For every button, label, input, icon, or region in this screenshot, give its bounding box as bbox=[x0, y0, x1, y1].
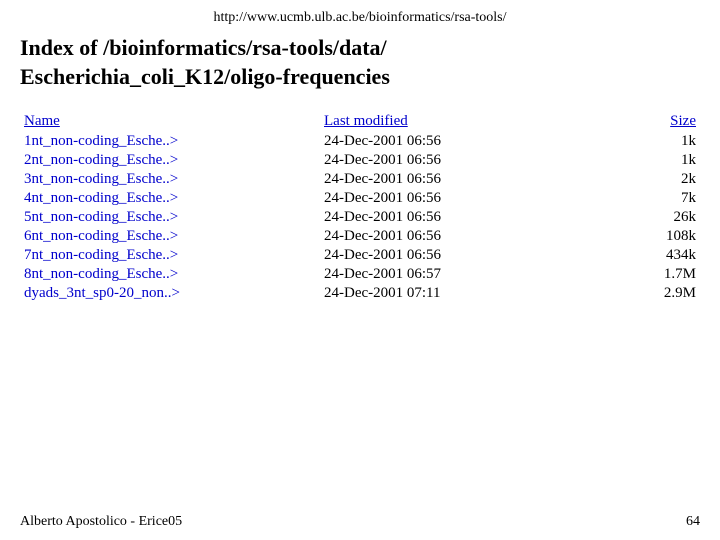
file-modified-cell: 24-Dec-2001 06:56 bbox=[320, 132, 500, 151]
col-header-modified[interactable]: Last modified bbox=[320, 111, 500, 132]
table-header-row: Name Last modified Size bbox=[20, 111, 700, 132]
table-row: 4nt_non-coding_Esche..> 24-Dec-2001 06:56… bbox=[20, 189, 700, 208]
footer-credit: Alberto Apostolico - Erice05 bbox=[20, 514, 182, 530]
file-link[interactable]: dyads_3nt_sp0-20_non..> bbox=[24, 285, 180, 301]
table-row: 8nt_non-coding_Esche..> 24-Dec-2001 06:57… bbox=[20, 265, 700, 284]
file-size-cell: 1k bbox=[500, 151, 700, 170]
page-title-line2: Escherichia_coli_K12/oligo-frequencies bbox=[20, 64, 390, 89]
file-modified-cell: 24-Dec-2001 07:11 bbox=[320, 284, 500, 303]
table-row: 6nt_non-coding_Esche..> 24-Dec-2001 06:56… bbox=[20, 227, 700, 246]
file-link[interactable]: 5nt_non-coding_Esche..> bbox=[24, 209, 178, 225]
file-link[interactable]: 1nt_non-coding_Esche..> bbox=[24, 133, 178, 149]
page-title: Index of /bioinformatics/rsa-tools/data/… bbox=[20, 34, 700, 91]
table-row: 3nt_non-coding_Esche..> 24-Dec-2001 06:56… bbox=[20, 170, 700, 189]
file-modified-cell: 24-Dec-2001 06:56 bbox=[320, 170, 500, 189]
table-row: 5nt_non-coding_Esche..> 24-Dec-2001 06:56… bbox=[20, 208, 700, 227]
file-name-cell: 4nt_non-coding_Esche..> bbox=[20, 189, 320, 208]
file-name-cell: 2nt_non-coding_Esche..> bbox=[20, 151, 320, 170]
file-link[interactable]: 7nt_non-coding_Esche..> bbox=[24, 247, 178, 263]
file-link[interactable]: 6nt_non-coding_Esche..> bbox=[24, 228, 178, 244]
table-row: 7nt_non-coding_Esche..> 24-Dec-2001 06:56… bbox=[20, 246, 700, 265]
file-name-cell: 3nt_non-coding_Esche..> bbox=[20, 170, 320, 189]
table-row: dyads_3nt_sp0-20_non..> 24-Dec-2001 07:11… bbox=[20, 284, 700, 303]
file-modified-cell: 24-Dec-2001 06:57 bbox=[320, 265, 500, 284]
file-size-cell: 1.7M bbox=[500, 265, 700, 284]
url-bar: http://www.ucmb.ulb.ac.be/bioinformatics… bbox=[20, 10, 700, 26]
file-name-cell: 5nt_non-coding_Esche..> bbox=[20, 208, 320, 227]
file-size-cell: 26k bbox=[500, 208, 700, 227]
table-row: 1nt_non-coding_Esche..> 24-Dec-2001 06:56… bbox=[20, 132, 700, 151]
file-modified-cell: 24-Dec-2001 06:56 bbox=[320, 189, 500, 208]
col-header-name[interactable]: Name bbox=[20, 111, 320, 132]
file-size-cell: 7k bbox=[500, 189, 700, 208]
file-name-cell: 1nt_non-coding_Esche..> bbox=[20, 132, 320, 151]
file-name-cell: 7nt_non-coding_Esche..> bbox=[20, 246, 320, 265]
file-size-cell: 434k bbox=[500, 246, 700, 265]
file-link[interactable]: 2nt_non-coding_Esche..> bbox=[24, 152, 178, 168]
file-name-cell: 6nt_non-coding_Esche..> bbox=[20, 227, 320, 246]
file-table-body: 1nt_non-coding_Esche..> 24-Dec-2001 06:56… bbox=[20, 132, 700, 303]
file-size-cell: 108k bbox=[500, 227, 700, 246]
file-table: Name Last modified Size 1nt_non-coding_E… bbox=[20, 111, 700, 303]
file-modified-cell: 24-Dec-2001 06:56 bbox=[320, 208, 500, 227]
col-header-size[interactable]: Size bbox=[500, 111, 700, 132]
footer-page-number: 64 bbox=[686, 514, 700, 530]
table-row: 2nt_non-coding_Esche..> 24-Dec-2001 06:56… bbox=[20, 151, 700, 170]
file-name-cell: dyads_3nt_sp0-20_non..> bbox=[20, 284, 320, 303]
file-link[interactable]: 8nt_non-coding_Esche..> bbox=[24, 266, 178, 282]
page-title-line1: Index of /bioinformatics/rsa-tools/data/ bbox=[20, 35, 387, 60]
file-modified-cell: 24-Dec-2001 06:56 bbox=[320, 151, 500, 170]
file-modified-cell: 24-Dec-2001 06:56 bbox=[320, 227, 500, 246]
file-link[interactable]: 3nt_non-coding_Esche..> bbox=[24, 171, 178, 187]
file-size-cell: 2.9M bbox=[500, 284, 700, 303]
file-link[interactable]: 4nt_non-coding_Esche..> bbox=[24, 190, 178, 206]
file-size-cell: 2k bbox=[500, 170, 700, 189]
file-name-cell: 8nt_non-coding_Esche..> bbox=[20, 265, 320, 284]
file-modified-cell: 24-Dec-2001 06:56 bbox=[320, 246, 500, 265]
file-size-cell: 1k bbox=[500, 132, 700, 151]
url-text: http://www.ucmb.ulb.ac.be/bioinformatics… bbox=[213, 10, 506, 25]
footer: Alberto Apostolico - Erice05 64 bbox=[20, 504, 700, 530]
